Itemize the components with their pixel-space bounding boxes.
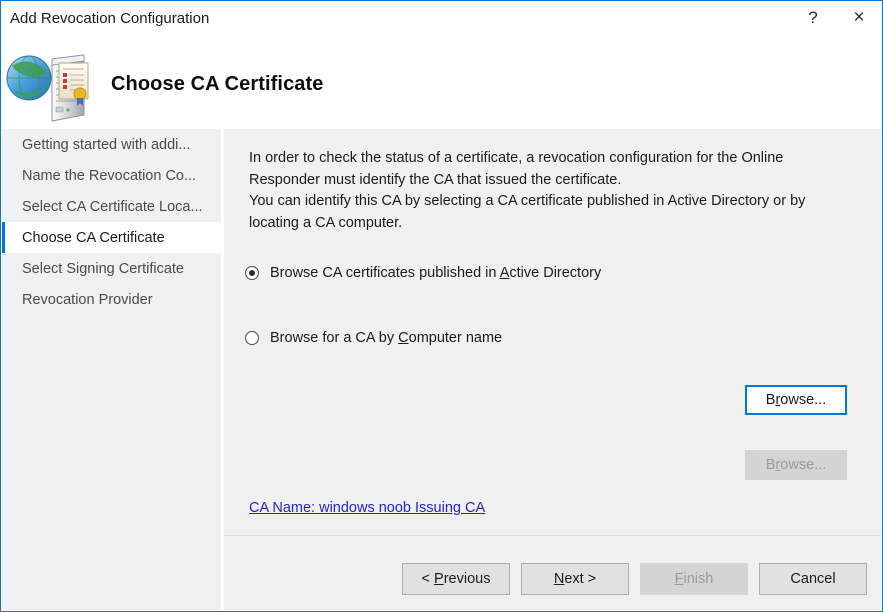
radio-label-text-before: Browse for a CA by — [270, 330, 399, 346]
previous-label-suffix: revious — [443, 571, 491, 587]
content-panel: In order to check the status of a certif… — [224, 129, 881, 610]
radio-label-browse-active-directory[interactable]: Browse CA certificates published in Acti… — [270, 265, 601, 281]
instruction-line-1: In order to check the status of a certif… — [249, 150, 784, 166]
sidebar-item-select-ca-certificate-location[interactable]: Select CA Certificate Loca... — [2, 191, 221, 222]
ca-name-link[interactable]: CA Name: windows noob Issuing CA — [249, 500, 485, 516]
sidebar-item-getting-started[interactable]: Getting started with addi... — [2, 129, 221, 160]
wizard-header: Choose CA Certificate — [2, 39, 881, 129]
previous-label-prefix: < — [421, 571, 435, 587]
sidebar-item-label: Name the Revocation Co... — [22, 167, 197, 184]
window-title: Add Revocation Configuration — [10, 10, 210, 27]
next-label-suffix: ext > — [564, 571, 597, 587]
sidebar-item-name-revocation-config[interactable]: Name the Revocation Co... — [2, 160, 221, 191]
browse-label-before: B — [765, 392, 776, 408]
wizard-steps-sidebar: Getting started with addi... Name the Re… — [2, 129, 221, 610]
sidebar-item-label: Select Signing Certificate — [22, 260, 184, 277]
instruction-line-4: locating a CA computer. — [249, 214, 403, 231]
sidebar-item-label: Select CA Certificate Loca... — [22, 198, 203, 215]
online-responder-certificate-icon — [4, 41, 90, 127]
previous-button[interactable]: < Previous — [402, 563, 510, 595]
dialog-body: Getting started with addi... Name the Re… — [2, 129, 881, 610]
browse-active-directory-button[interactable]: Browse... — [745, 385, 847, 415]
option-row-active-directory[interactable]: Browse CA certificates published in Acti… — [245, 257, 865, 289]
option-row-computer-name[interactable]: Browse for a CA by Computer name — [245, 322, 865, 354]
instruction-text: In order to check the status of a certif… — [249, 148, 863, 234]
browse-label-before: B — [765, 457, 776, 473]
radio-label-text-after: ctive Directory — [509, 265, 602, 281]
page-title: Choose CA Certificate — [111, 72, 324, 95]
sidebar-item-label: Getting started with addi... — [22, 136, 191, 153]
cancel-label-suffix: Cancel — [790, 571, 836, 587]
title-bar: Add Revocation Configuration ? × — [1, 1, 882, 39]
window-controls: ? × — [790, 1, 882, 39]
sidebar-item-select-signing-certificate[interactable]: Select Signing Certificate — [2, 253, 221, 284]
browse-label-after: owse... — [780, 457, 827, 473]
footer-bar: < Previous Next > Finish Cancel — [224, 536, 881, 610]
radio-label-browse-by-computer-name[interactable]: Browse for a CA by Computer name — [270, 330, 502, 346]
radio-browse-by-computer-name[interactable] — [245, 331, 259, 345]
radio-browse-active-directory[interactable] — [245, 266, 259, 280]
sidebar-item-revocation-provider[interactable]: Revocation Provider — [2, 284, 221, 315]
help-button[interactable]: ? — [790, 1, 836, 35]
sidebar-item-label: Choose CA Certificate — [22, 229, 165, 246]
radio-label-accelerator: A — [499, 265, 510, 281]
finish-label-accelerator: F — [674, 571, 684, 587]
cancel-button[interactable]: Cancel — [759, 563, 867, 595]
browse-computer-name-button: Browse... — [745, 450, 847, 480]
add-revocation-configuration-dialog: Add Revocation Configuration ? × Choose … — [0, 0, 883, 612]
radio-label-accelerator: C — [398, 330, 409, 346]
next-button[interactable]: Next > — [521, 563, 629, 595]
close-button[interactable]: × — [836, 1, 882, 35]
instruction-line-2: Responder must identify the CA that issu… — [249, 171, 622, 188]
radio-label-text-before: Browse CA certificates published in — [270, 265, 500, 281]
instruction-line-3: You can identify this CA by selecting a … — [249, 193, 806, 209]
finish-label-suffix: inish — [683, 571, 714, 587]
browse-label-after: owse... — [780, 392, 827, 408]
wizard-navigation-buttons: < Previous Next > Finish Cancel — [402, 563, 867, 595]
sidebar-item-choose-ca-certificate[interactable]: Choose CA Certificate — [2, 222, 221, 253]
sidebar-item-label: Revocation Provider — [22, 291, 153, 308]
radio-label-text-after: omputer name — [408, 330, 503, 346]
finish-button: Finish — [640, 563, 748, 595]
next-label-accelerator: N — [553, 571, 565, 587]
previous-label-accelerator: P — [434, 571, 444, 587]
